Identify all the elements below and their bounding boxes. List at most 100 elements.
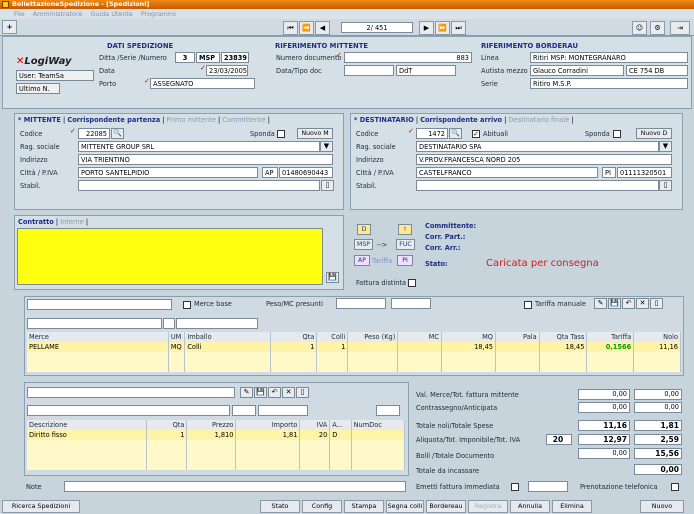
mitt-stabil-field[interactable] <box>78 180 320 191</box>
spese-delete-icon[interactable]: ✕ <box>282 387 295 398</box>
exit-icon[interactable]: ⇥ <box>670 21 690 35</box>
aliquota-field[interactable]: 20 <box>546 434 572 445</box>
spese-filter-prezzo[interactable] <box>232 405 256 416</box>
ditta-field[interactable]: 3 <box>175 52 195 63</box>
menu-item-amministratore[interactable]: Amministratore <box>33 10 83 18</box>
prenotazione-checkbox[interactable] <box>671 483 679 491</box>
tariffa-manuale-checkbox[interactable] <box>524 301 532 309</box>
ap-button[interactable]: AP <box>354 255 370 266</box>
tab-contratto[interactable]: Contratto <box>18 218 54 226</box>
merce-undo-icon[interactable]: ↶ <box>622 298 635 309</box>
tipodoc-field[interactable]: DdT <box>396 65 456 76</box>
next-record-button[interactable]: ▶ <box>419 21 434 35</box>
tab-mittente[interactable]: * MITTENTE <box>18 116 61 124</box>
save-contratto-icon[interactable]: 💾 <box>326 272 339 283</box>
numero-field[interactable]: 23839 <box>221 52 249 63</box>
tab-interne[interactable]: Interne <box>60 218 84 226</box>
mitt-ragsoc-field[interactable]: MITTENTE GROUP SRL <box>78 141 320 152</box>
serie-bordereau-field[interactable]: Ritiro M.S.P. <box>530 78 688 89</box>
serie-field[interactable]: MSP <box>196 52 220 63</box>
spese-save-icon[interactable]: 💾 <box>254 387 267 398</box>
alert-button[interactable]: ! <box>398 224 412 235</box>
mitt-codice-field[interactable]: 22085 <box>78 128 110 139</box>
segna-colli-button[interactable]: Segna colli <box>386 500 424 513</box>
spese-filter-numdoc[interactable] <box>376 405 400 416</box>
dest-citta-field[interactable]: CASTELFRANCO <box>416 167 598 178</box>
registra-button[interactable]: Registra <box>468 500 508 513</box>
pi-button[interactable]: PI <box>397 255 413 266</box>
mitt-search-icon[interactable]: 🔍 <box>111 128 124 139</box>
bolli-field[interactable]: 0,00 <box>578 448 630 459</box>
dest-ragsoc-dropdown[interactable]: ▼ <box>659 141 672 152</box>
table-row[interactable] <box>27 352 681 362</box>
merce-filter-um[interactable] <box>163 318 175 329</box>
table-row[interactable] <box>27 460 406 470</box>
msp-button[interactable]: MSP <box>354 239 373 250</box>
data-field[interactable]: 23/03/2005 <box>206 65 248 76</box>
merce-edit-icon[interactable]: ✎ <box>594 298 607 309</box>
merce-filter-input[interactable] <box>27 299 172 310</box>
prev-page-button[interactable]: ⏪ <box>299 21 314 35</box>
val-merce-field-2[interactable]: 0,00 <box>634 389 682 400</box>
peso-presunti-field[interactable] <box>336 298 386 309</box>
spese-undo-icon[interactable]: ↶ <box>268 387 281 398</box>
merce-base-checkbox[interactable] <box>183 301 191 309</box>
merce-save-icon[interactable]: 💾 <box>608 298 621 309</box>
last-record-button[interactable]: ⏭ <box>451 21 466 35</box>
next-page-button[interactable]: ⏩ <box>435 21 450 35</box>
contrassegno-field[interactable]: 0,00 <box>578 402 630 413</box>
tab-destinatario-finale[interactable]: Destinatario finale <box>508 116 569 124</box>
mitt-sponda-checkbox[interactable] <box>277 130 285 138</box>
merce-filter-merce[interactable] <box>27 318 162 329</box>
first-record-button[interactable]: ⏮ <box>283 21 298 35</box>
spese-new-icon[interactable]: ▯ <box>296 387 309 398</box>
dest-stabil-field[interactable] <box>416 180 659 191</box>
elimina-button[interactable]: Elimina <box>552 500 592 513</box>
dest-codice-field[interactable]: 1472 <box>416 128 448 139</box>
prev-record-button[interactable]: ◀ <box>315 21 330 35</box>
mitt-stabil-doc-icon[interactable]: ▯ <box>321 180 334 191</box>
spese-edit-icon[interactable]: ✎ <box>240 387 253 398</box>
spese-filter-desc[interactable] <box>27 405 230 416</box>
datadoc-field[interactable] <box>344 65 394 76</box>
tools-icon[interactable]: ⚙ <box>650 21 665 35</box>
mitt-ragsoc-dropdown[interactable]: ▼ <box>320 141 333 152</box>
annulla-button[interactable]: Annulla <box>510 500 550 513</box>
tab-corr-arrivo[interactable]: Corrispondente arrivo <box>420 116 502 124</box>
menu-item-programmi[interactable]: Programmi <box>141 10 176 18</box>
nuovo-mittente-button[interactable]: Nuovo M <box>297 128 333 139</box>
table-row[interactable] <box>27 362 681 372</box>
dest-piva-field[interactable]: 01111320501 <box>617 167 672 178</box>
dest-ragsoc-field[interactable]: DESTINATARIO SPA <box>416 141 659 152</box>
d-button[interactable]: D <box>357 224 371 235</box>
dest-sponda-checkbox[interactable] <box>613 130 621 138</box>
config-button[interactable]: Config <box>302 500 342 513</box>
merce-delete-icon[interactable]: ✕ <box>636 298 649 309</box>
table-row[interactable]: Diritto fisso 1 1,810 1,81 20 D <box>27 430 406 440</box>
menu-item-guida[interactable]: Guida Utente <box>90 10 132 18</box>
abituali-checkbox[interactable]: ✓ <box>472 130 480 138</box>
spese-filter-input[interactable] <box>27 387 235 398</box>
mitt-indirizzo-field[interactable]: VIA TRIENTINO <box>78 154 333 165</box>
menu-item-file[interactable]: File <box>14 10 25 18</box>
porto-field[interactable]: ASSEGNATO <box>150 78 255 89</box>
nuovo-destinatario-button[interactable]: Nuovo D <box>636 128 672 139</box>
table-row[interactable] <box>27 450 406 460</box>
nuovo-button[interactable]: Nuovo <box>640 500 684 513</box>
mitt-piva-field[interactable]: 01480690443 <box>279 167 333 178</box>
spese-filter-importo[interactable] <box>258 405 308 416</box>
fattura-distinta-checkbox[interactable] <box>408 279 416 287</box>
tab-primo-mittente[interactable]: Primo mittente <box>167 116 216 124</box>
mitt-prov-field[interactable]: AP <box>262 167 278 178</box>
add-record-button[interactable]: + <box>2 20 17 34</box>
emetti-fattura-checkbox[interactable] <box>511 483 519 491</box>
people-icon[interactable]: ☺ <box>632 21 647 35</box>
mc-presunti-field[interactable] <box>391 298 431 309</box>
tab-destinatario[interactable]: * DESTINATARIO <box>354 116 414 124</box>
linea-field[interactable]: Ritiri MSP: MONTEGRANARO <box>530 52 688 63</box>
table-row[interactable] <box>27 440 406 450</box>
emetti-fattura-field[interactable] <box>528 481 568 492</box>
ricerca-spedizioni-button[interactable]: Ricerca Spedizioni <box>2 500 80 513</box>
dest-search-icon[interactable]: 🔍 <box>449 128 462 139</box>
numdoc-field[interactable]: 883 <box>344 52 472 63</box>
